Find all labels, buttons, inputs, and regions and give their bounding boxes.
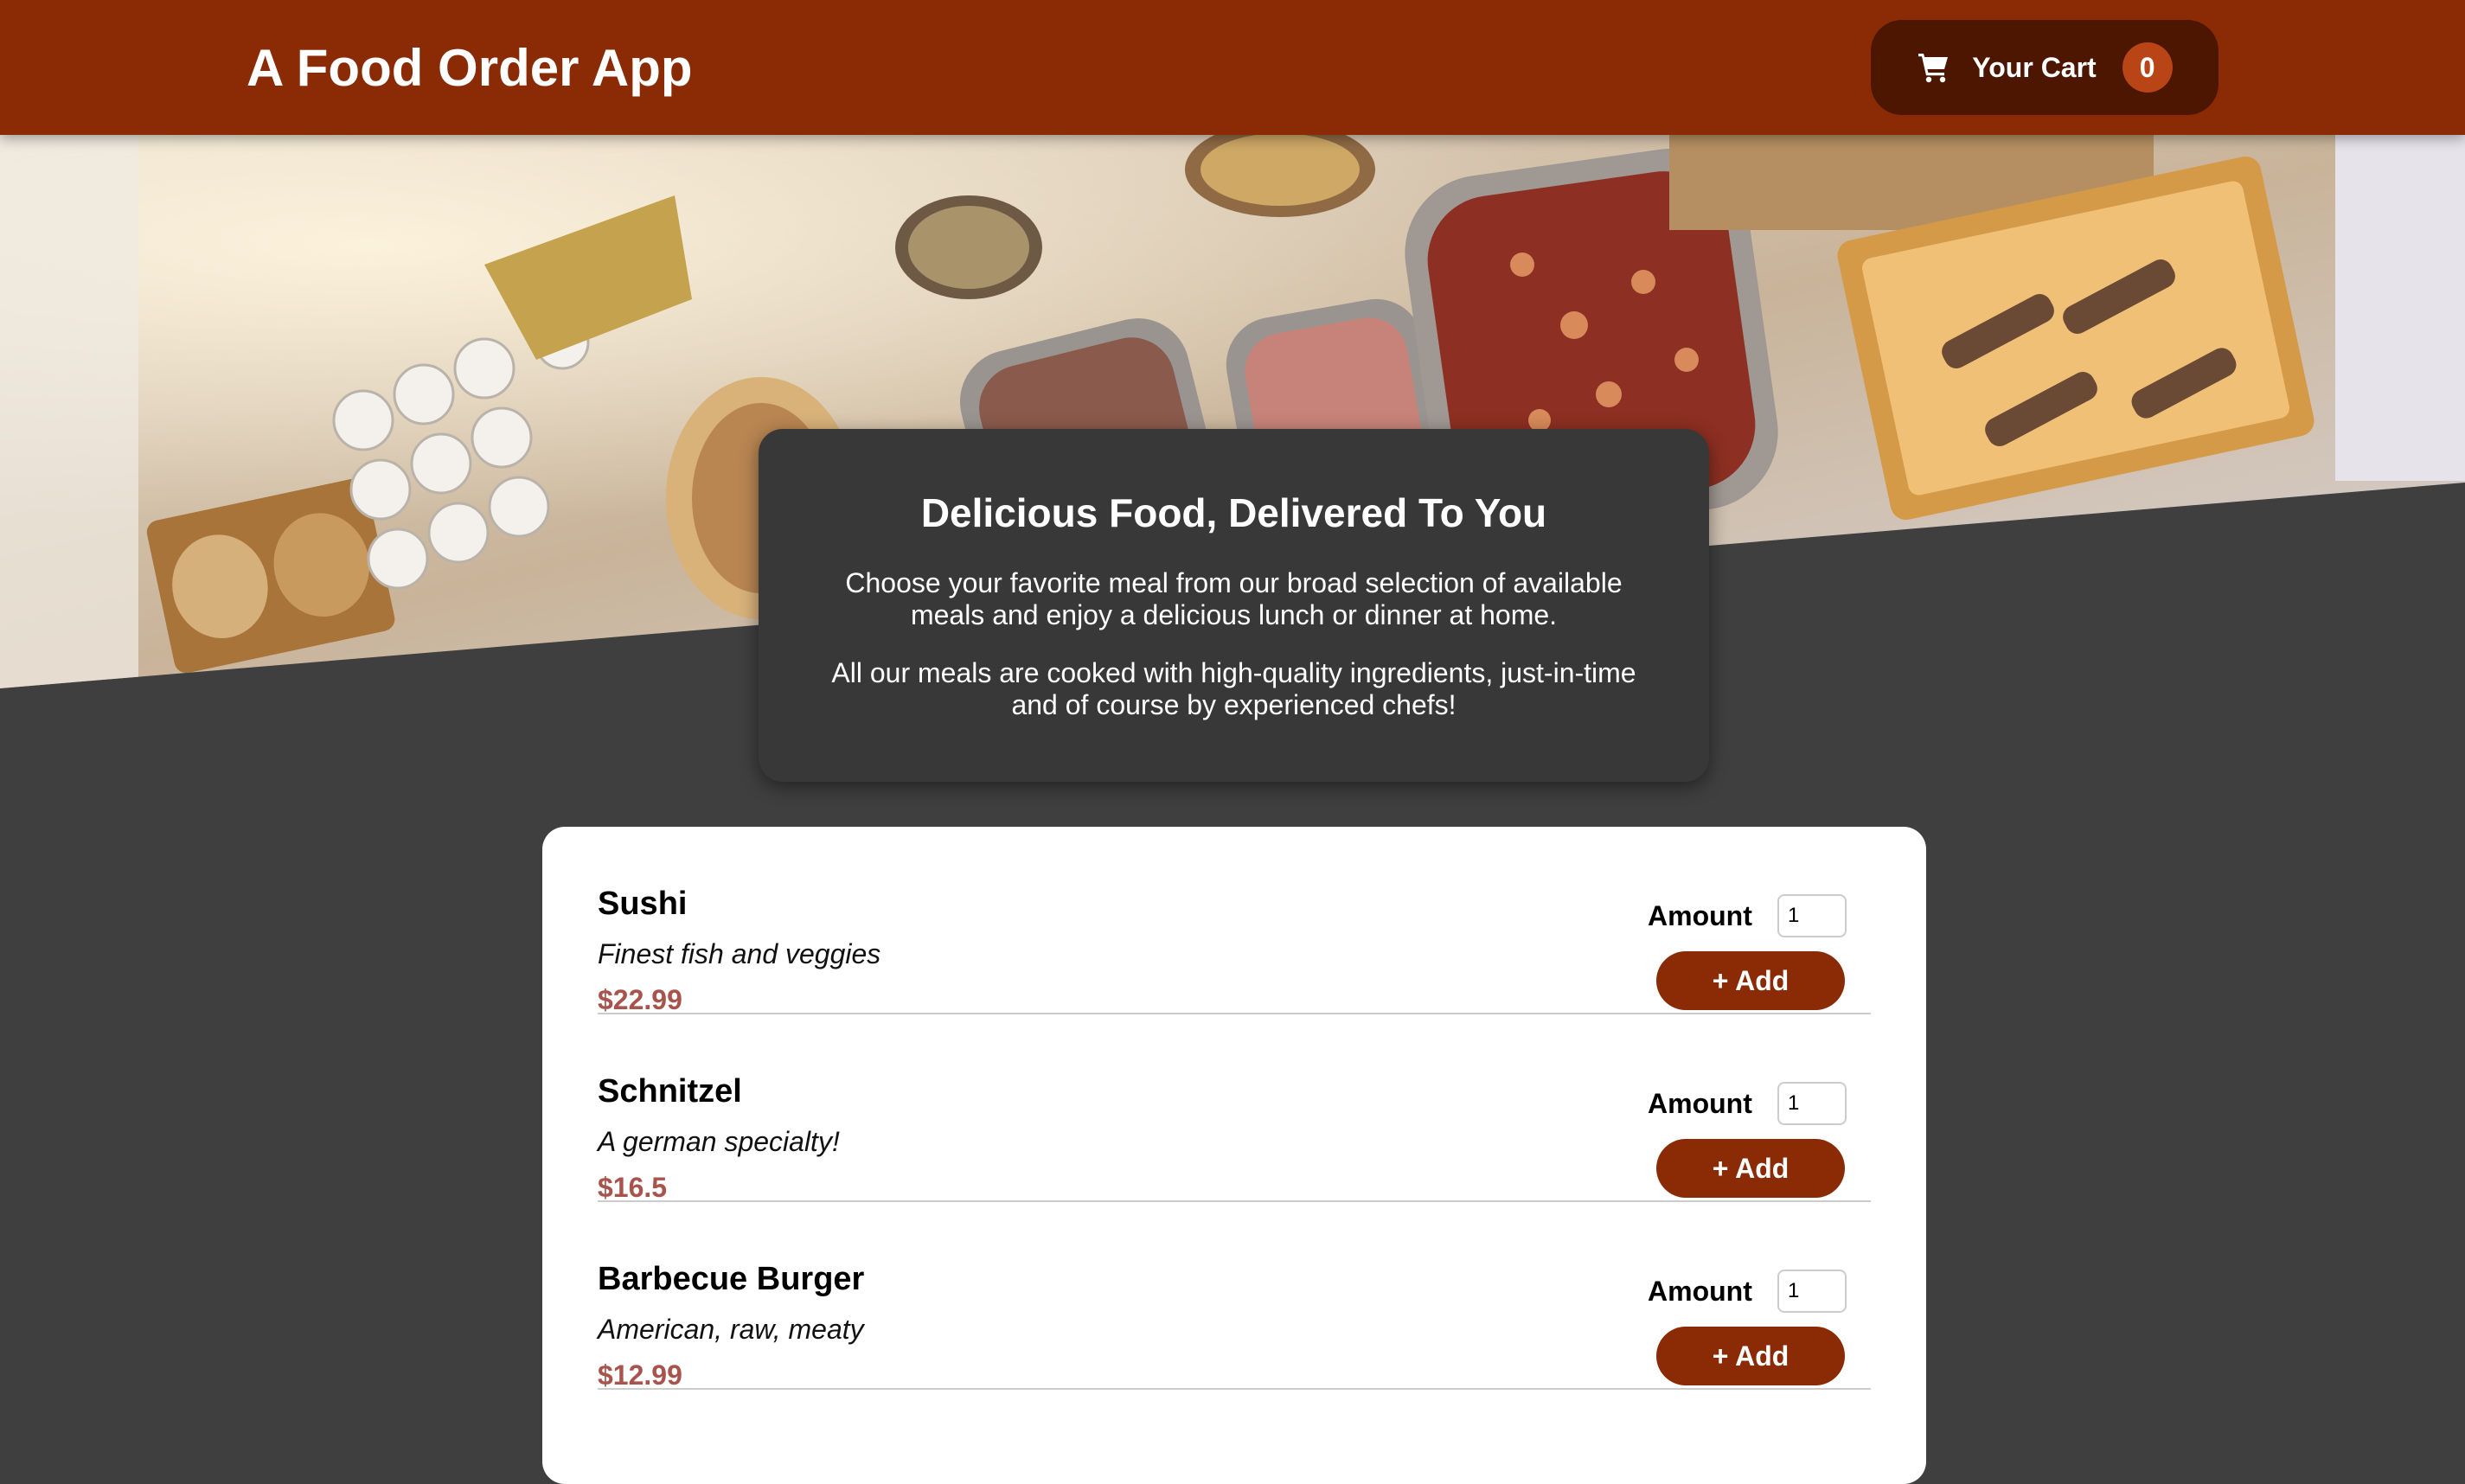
meals-list: Sushi Finest fish and veggies $22.99 Amo… xyxy=(542,827,1926,1484)
app-title: A Food Order App xyxy=(246,38,693,97)
cart-button[interactable]: Your Cart 0 xyxy=(1871,20,2218,115)
summary-paragraph: Choose your favorite meal from our broad… xyxy=(845,567,1623,630)
amount-input[interactable] xyxy=(1777,1082,1847,1125)
cart-label: Your Cart xyxy=(1972,51,2097,83)
amount-row: Amount xyxy=(1648,1082,1847,1125)
meal-item: Schnitzel A german specialty! $16.5 Amou… xyxy=(598,1014,1871,1203)
meal-add-form: Amount + Add xyxy=(1648,1270,1847,1385)
add-button[interactable]: + Add xyxy=(1656,1327,1845,1385)
summary-paragraph: All our meals are cooked with high-quali… xyxy=(831,657,1636,720)
summary-card: Delicious Food, Delivered To You Choose … xyxy=(759,429,1709,782)
cart-count-badge: 0 xyxy=(2122,42,2173,93)
meal-item: Sushi Finest fish and veggies $22.99 Amo… xyxy=(598,827,1871,1015)
cart-icon xyxy=(1917,50,1951,85)
amount-label: Amount xyxy=(1648,1275,1752,1307)
app-header: A Food Order App Your Cart 0 xyxy=(0,0,2465,135)
add-button[interactable]: + Add xyxy=(1656,1139,1845,1198)
summary-heading: Delicious Food, Delivered To You xyxy=(920,490,1547,535)
meal-item: Barbecue Burger American, raw, meaty $12… xyxy=(598,1202,1871,1391)
amount-label: Amount xyxy=(1648,899,1752,931)
amount-row: Amount xyxy=(1648,894,1847,937)
amount-row: Amount xyxy=(1648,1270,1847,1313)
amount-input[interactable] xyxy=(1777,1270,1847,1313)
amount-label: Amount xyxy=(1648,1087,1752,1119)
add-button[interactable]: + Add xyxy=(1656,951,1845,1010)
amount-input[interactable] xyxy=(1777,894,1847,937)
meal-add-form: Amount + Add xyxy=(1648,894,1847,1010)
meal-add-form: Amount + Add xyxy=(1648,1082,1847,1198)
